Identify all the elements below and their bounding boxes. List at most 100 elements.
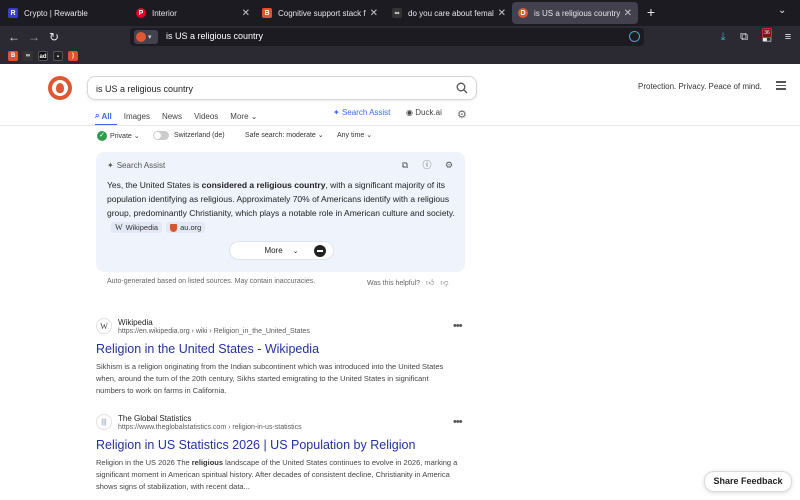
close-icon[interactable]: ✕	[624, 8, 632, 19]
answer-text: Yes, the United States is	[107, 180, 202, 190]
safe-search-filter[interactable]: Safe search: moderate ⌄	[245, 131, 324, 140]
tab-more[interactable]: More ⌄	[230, 108, 257, 124]
extensions-icon[interactable]: ⧉	[737, 30, 751, 44]
tab-duckduckgo[interactable]: D is US a religious country at Duc ✕	[512, 2, 638, 24]
tab-news[interactable]: News	[162, 108, 182, 124]
snippet-text: Religion in the US 2026 The	[96, 458, 192, 467]
region-filter[interactable]: Switzerland (de)	[153, 131, 225, 140]
close-icon[interactable]: ✕	[370, 8, 378, 19]
source-chip-wikipedia[interactable]: W Wikipedia	[111, 222, 163, 234]
tab-images[interactable]: Images	[124, 108, 150, 124]
pinterest-icon: P	[136, 8, 146, 18]
assist-answer: Yes, the United States is considered a r…	[107, 178, 457, 234]
download-icon[interactable]: ⤓	[716, 30, 730, 44]
tab-duck-ai[interactable]: ◉ Duck.ai	[406, 108, 442, 117]
chat-icon: ◉	[406, 108, 413, 117]
new-tab-button[interactable]: +	[644, 4, 658, 20]
copy-icon[interactable]: ⧉	[399, 159, 411, 171]
search-result: W Wikipedia https://en.wikipedia.org › w…	[96, 318, 466, 398]
duckduckgo-icon	[136, 32, 146, 42]
source-chip-au[interactable]: au.org	[166, 222, 206, 234]
close-icon[interactable]: ✕	[498, 8, 506, 19]
chevron-down-icon: ⌄	[292, 247, 299, 255]
source-label: Wikipedia	[125, 222, 159, 232]
dark-bookmark-icon[interactable]: ▪	[53, 51, 63, 61]
search-icon[interactable]	[456, 82, 468, 94]
thumbs-down-icon[interactable]: 👎︎	[440, 278, 448, 288]
close-icon[interactable]: ✕	[242, 8, 250, 19]
address-bar[interactable]: ▾ is US a religious country	[130, 28, 644, 46]
reload-icon[interactable]: ↻	[46, 29, 62, 45]
tab-title: Interior	[152, 8, 177, 18]
shield-icon	[170, 223, 178, 232]
bookmarks-bar: B ∞ ad ▪ )	[0, 48, 800, 64]
privacy-filter[interactable]: ✓ Private ⌄	[97, 131, 140, 141]
brave-bookmark-icon[interactable]: B	[8, 51, 18, 61]
back-icon[interactable]: ←	[6, 29, 22, 45]
result-site-name[interactable]: The Global Statistics	[118, 414, 191, 423]
chat-bubble-icon[interactable]	[314, 245, 326, 257]
search-box	[87, 76, 477, 100]
result-snippet: Religion in the US 2026 The religious la…	[96, 457, 458, 493]
search-result: ||| The Global Statistics https://www.th…	[96, 414, 466, 496]
search-icon: ⌕	[95, 111, 100, 120]
tab-all[interactable]: ⌕ All	[95, 108, 112, 124]
rss-bookmark-icon[interactable]: )	[68, 51, 78, 61]
result-url[interactable]: https://en.wikipedia.org › wiki › Religi…	[118, 328, 310, 335]
share-feedback-button[interactable]: Share Feedback	[704, 471, 792, 492]
address-text[interactable]: is US a religious country	[166, 31, 263, 41]
tab-label: All	[101, 111, 112, 121]
sparkle-icon: ✦	[107, 161, 114, 170]
more-options-icon[interactable]: •••	[453, 416, 463, 428]
ad-bookmark-icon[interactable]: ad	[38, 51, 48, 61]
tab-rewarble[interactable]: R Crypto | Rewarble	[2, 2, 126, 24]
assist-tools: ⧉ ⓘ ⚙	[389, 159, 455, 171]
search-assist-card: ✦ Search Assist ⧉ ⓘ ⚙ Yes, the United St…	[96, 152, 465, 272]
filter-label: Private	[110, 132, 132, 140]
search-input[interactable]	[96, 81, 436, 96]
filter-label: Switzerland (de)	[174, 132, 225, 139]
filter-label: Any time	[337, 131, 365, 139]
search-engine-selector[interactable]: ▾	[134, 30, 158, 44]
rewarble-icon: R	[8, 8, 18, 18]
brave-icon: B	[262, 8, 272, 18]
gear-icon[interactable]: ⚙	[443, 159, 455, 171]
result-url[interactable]: https://www.theglobalstatistics.com › re…	[118, 424, 302, 431]
sparkle-icon: ✦	[333, 108, 340, 117]
hamburger-menu-icon[interactable]	[776, 81, 786, 90]
result-title-link[interactable]: Religion in US Statistics 2026 | US Popu…	[96, 438, 415, 452]
tab-videos[interactable]: Videos	[194, 108, 218, 124]
duckduckgo-logo[interactable]	[48, 76, 72, 100]
check-icon: ✓	[97, 131, 107, 141]
answer-emphasis: considered a religious country	[201, 180, 326, 190]
global-statistics-icon[interactable]: |||	[96, 414, 112, 430]
tab-search-assist[interactable]: ✦ Search Assist	[333, 108, 390, 117]
tab-title: is US a religious country at Duc	[534, 8, 620, 18]
gear-icon[interactable]: ⚙	[457, 108, 467, 121]
forward-icon[interactable]: →	[26, 29, 42, 45]
globe-icon[interactable]	[629, 31, 640, 42]
thumbs-up-icon[interactable]: 👍︎	[426, 278, 434, 288]
wikipedia-icon[interactable]: W	[96, 318, 112, 334]
result-title-link[interactable]: Religion in the United States - Wikipedi…	[96, 342, 319, 356]
menu-icon[interactable]: ≡	[781, 30, 795, 44]
tab-interior[interactable]: P Interior ✕	[130, 2, 256, 24]
source-label: au.org	[180, 222, 202, 232]
snippet-emphasis: religious	[191, 458, 224, 467]
time-filter[interactable]: Any time ⌄	[337, 131, 373, 140]
result-site-name[interactable]: Wikipedia	[118, 318, 153, 327]
tab-list-icon[interactable]: ⌄	[778, 5, 786, 16]
chevron-down-icon: ⌄	[317, 132, 324, 139]
chevron-down-icon: ⌄	[366, 132, 373, 139]
result-snippet: Sikhism is a religion originating from t…	[96, 362, 444, 395]
tab-virgin[interactable]: ∞ do you care about female virgin ✕	[386, 2, 512, 24]
infinity-bookmark-icon[interactable]: ∞	[23, 51, 33, 61]
tab-label: More	[230, 111, 249, 121]
tab-cognitive[interactable]: B Cognitive support stack for Swi ✕	[256, 2, 384, 24]
nav-toolbar: ← → ↻ ▾ is US a religious country ⤓ ⧉ ◧ …	[0, 26, 800, 48]
tab-title: Crypto | Rewarble	[24, 8, 88, 18]
region-toggle[interactable]	[153, 131, 169, 140]
tagline: Protection. Privacy. Peace of mind.	[638, 82, 762, 91]
info-icon[interactable]: ⓘ	[421, 159, 433, 171]
more-options-icon[interactable]: •••	[453, 320, 463, 332]
